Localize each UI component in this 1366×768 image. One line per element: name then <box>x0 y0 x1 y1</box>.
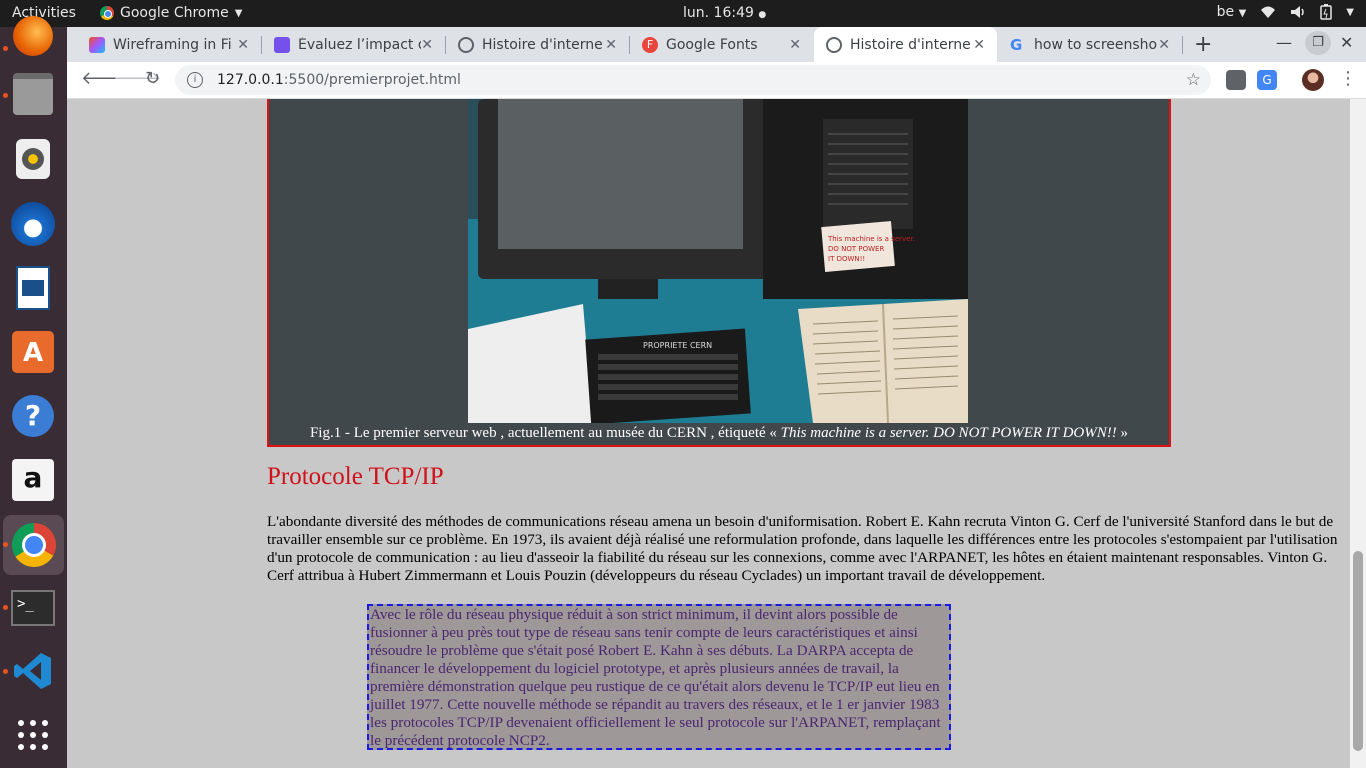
tab-histoire-active[interactable]: Histoire d'interne ✕ <box>814 27 997 62</box>
scrollbar-thumb[interactable] <box>1353 551 1363 751</box>
clock-label: lun. 16:49 <box>683 5 754 21</box>
sticker-text-3: IT DOWN!! <box>828 255 865 263</box>
caption-suffix: » <box>1116 425 1129 441</box>
sticker-text: This machine is a server. <box>827 235 915 243</box>
close-icon[interactable]: ✕ <box>421 37 433 53</box>
body-paragraph: L'abondante diversité des méthodes de co… <box>267 513 1338 584</box>
bookmark-star-icon[interactable]: ☆ <box>1186 70 1201 90</box>
wifi-icon[interactable] <box>1260 5 1276 19</box>
browser-toolbar: 🡐 🡒 ↻ i 127.0.0.1:5500/premierprojet.htm… <box>67 62 1366 99</box>
thunderbird-icon[interactable] <box>10 201 56 247</box>
terminal-icon[interactable]: >_ <box>10 585 56 631</box>
system-tray[interactable]: be ▼ ▼ <box>1217 4 1354 20</box>
tab-evaluez[interactable]: Évaluez l’impact d ✕ <box>262 27 445 62</box>
cern-server-photo: This machine is a server. DO NOT POWER I… <box>468 99 968 423</box>
restore-button[interactable]: ❐ <box>1305 31 1331 55</box>
running-indicator-icon <box>3 669 8 674</box>
close-icon[interactable]: ✕ <box>237 37 249 53</box>
info-icon[interactable]: i <box>187 72 203 88</box>
firefox-icon[interactable] <box>10 13 56 59</box>
tab-wireframing[interactable]: Wireframing in Fi ✕ <box>77 27 261 62</box>
tab-how-to-screenshot[interactable]: G how to screensho ✕ <box>998 27 1182 62</box>
google-icon: G <box>1010 35 1023 54</box>
help-icon[interactable]: ? <box>10 393 56 439</box>
close-icon[interactable]: ✕ <box>605 37 617 53</box>
sticker-text-2: DO NOT POWER <box>828 245 884 253</box>
files-icon[interactable] <box>10 71 56 117</box>
tab-strip: Wireframing in Fi ✕ Évaluez l’impact d ✕… <box>67 27 1366 62</box>
address-bar[interactable]: i 127.0.0.1:5500/premierprojet.html ☆ <box>175 65 1211 95</box>
close-icon[interactable]: ✕ <box>1158 37 1170 53</box>
tab-title: Histoire d'interne <box>482 36 603 53</box>
notification-dot-icon: ● <box>758 10 767 20</box>
figma-icon <box>89 36 105 53</box>
running-indicator-icon <box>3 542 8 547</box>
tab-title: Histoire d'interne <box>850 36 971 53</box>
top-panel: Activities Google Chrome ▼ lun. 16:49 ● … <box>0 0 1366 27</box>
avatar[interactable] <box>1302 69 1324 91</box>
app-name: Google Chrome <box>120 5 229 21</box>
minimize-button[interactable]: — <box>1276 33 1292 52</box>
cern-server-illustration: This machine is a server. DO NOT POWER I… <box>468 99 968 423</box>
apps-grid-icon[interactable] <box>10 712 56 758</box>
menu-kebab-icon[interactable]: ⋮ <box>1339 68 1357 89</box>
tab-histoire-1[interactable]: Histoire d'interne ✕ <box>446 27 629 62</box>
caption-quote: This machine is a server. DO NOT POWER I… <box>780 425 1117 441</box>
system-menu-chevron-icon[interactable]: ▼ <box>1346 7 1354 18</box>
chrome-icon <box>100 6 114 20</box>
close-icon[interactable]: ✕ <box>789 37 801 53</box>
vscode-icon[interactable] <box>10 648 56 694</box>
tab-google-fonts[interactable]: F Google Fonts ✕ <box>630 27 813 62</box>
section-title: Protocole TCP/IP <box>267 463 444 490</box>
running-indicator-icon <box>3 46 8 51</box>
globe-icon <box>458 36 474 53</box>
close-window-button[interactable]: ✕ <box>1340 33 1353 52</box>
tab-title: Google Fonts <box>666 36 758 53</box>
running-indicator-icon <box>3 93 8 98</box>
openclassrooms-icon <box>274 36 290 53</box>
highlighted-paragraph: Avec le rôle du réseau physique réduit à… <box>367 604 951 750</box>
extension-icon[interactable] <box>1226 70 1246 90</box>
running-indicator-icon <box>3 605 8 610</box>
dock: A ? a >_ <box>0 16 67 768</box>
page-viewport: This machine is a server. DO NOT POWER I… <box>67 99 1350 768</box>
tab-title: Wireframing in Fi <box>113 36 232 53</box>
chrome-icon[interactable] <box>3 515 64 575</box>
tab-separator <box>1182 36 1183 54</box>
figure: This machine is a server. DO NOT POWER I… <box>267 99 1171 447</box>
chevron-down-icon: ▼ <box>234 7 243 19</box>
writer-icon[interactable] <box>10 265 56 311</box>
tab-title: Évaluez l’impact d <box>298 36 422 53</box>
software-center-icon[interactable]: A <box>10 329 56 375</box>
url-host: 127.0.0.1 <box>217 72 284 88</box>
google-fonts-icon: F <box>642 36 658 53</box>
keyboard-layout-indicator[interactable]: be ▼ <box>1217 4 1247 20</box>
translate-extension-icon[interactable]: G <box>1257 70 1277 90</box>
close-icon[interactable]: ✕ <box>973 37 985 53</box>
url-path: :5500/premierprojet.html <box>283 72 461 88</box>
figure-caption: Fig.1 - Le premier serveur web , actuell… <box>269 425 1169 442</box>
app-menu[interactable]: Google Chrome ▼ <box>100 5 242 21</box>
clock[interactable]: lun. 16:49 ● <box>683 5 766 21</box>
amazon-icon[interactable]: a <box>10 457 56 503</box>
keyboard-label: PROPRIETE CERN <box>643 341 712 350</box>
reload-button[interactable]: ↻ <box>145 68 160 89</box>
caption-prefix: Fig.1 - Le premier serveur web , actuell… <box>309 425 781 441</box>
volume-icon[interactable] <box>1290 5 1306 19</box>
battery-icon[interactable] <box>1320 4 1333 20</box>
new-tab-button[interactable]: + <box>1194 32 1212 57</box>
globe-icon <box>826 36 842 53</box>
tab-title: how to screensho <box>1034 36 1158 53</box>
rhythmbox-icon[interactable] <box>10 136 56 182</box>
